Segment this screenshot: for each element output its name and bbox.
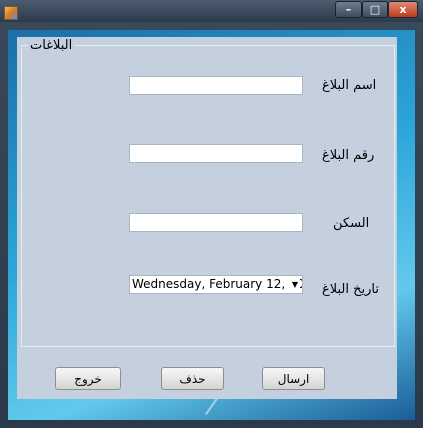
app-icon[interactable] — [4, 6, 18, 20]
maximize-button[interactable]: □ — [362, 1, 388, 18]
delete-button[interactable]: حذف — [161, 367, 224, 390]
residence-input[interactable] — [129, 213, 303, 232]
report-number-input[interactable] — [129, 144, 303, 163]
report-date-value: Wednesday, February 12, 202 — [132, 277, 303, 291]
report-date-label: تاريخ البلاغ — [322, 282, 380, 297]
report-date-picker[interactable]: Wednesday, February 12, 202 ▼ — [129, 275, 303, 294]
report-name-input[interactable] — [129, 76, 303, 95]
report-name-label: اسم البلاغ — [322, 78, 377, 93]
chevron-down-icon[interactable]: ▼ — [290, 276, 300, 293]
exit-button[interactable]: خروج — [55, 367, 121, 390]
groupbox-title: البلاغات — [28, 38, 75, 53]
close-button[interactable]: x — [388, 1, 418, 18]
report-number-label: رقم البلاغ — [322, 148, 375, 163]
send-button[interactable]: ارسال — [262, 367, 325, 390]
residence-label: السكن — [333, 216, 370, 231]
title-bar[interactable]: – □ x — [0, 0, 423, 22]
minimize-button[interactable]: – — [335, 1, 362, 18]
app-window: – □ x البلاغات اسم البلاغ رقم البلاغ الس… — [0, 0, 423, 428]
